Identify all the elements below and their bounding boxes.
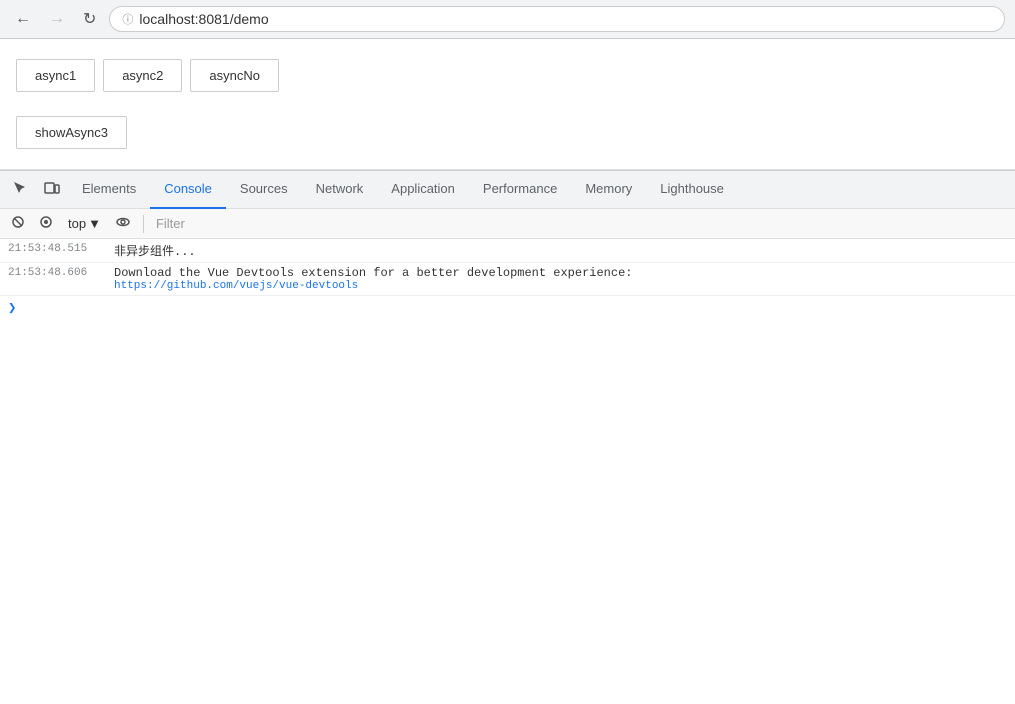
tab-lighthouse[interactable]: Lighthouse [646, 171, 738, 209]
filter-button[interactable] [34, 212, 58, 235]
console-message-2-text: Download the Vue Devtools extension for … [114, 266, 1007, 280]
console-line-2: 21:53:48.606 Download the Vue Devtools e… [0, 263, 1015, 296]
url-text: localhost:8081/demo [139, 11, 268, 27]
timestamp-2: 21:53:48.606 [8, 266, 108, 279]
tab-application[interactable]: Application [377, 171, 469, 209]
console-message-1: 非异步组件... [114, 242, 1007, 259]
async1-button[interactable]: async1 [16, 59, 95, 92]
page-content: async1 async2 asyncNo showAsync3 [0, 39, 1015, 170]
lock-icon: ⓘ [122, 11, 133, 27]
console-message-2: Download the Vue Devtools extension for … [114, 266, 1007, 292]
prompt-arrow-icon: ❯ [8, 300, 16, 317]
reload-button[interactable]: ↻ [78, 7, 101, 31]
devtools-tabs: Elements Console Sources Network Applica… [0, 171, 1015, 209]
context-label: top [68, 216, 86, 231]
asyncno-button[interactable]: asyncNo [190, 59, 279, 92]
tab-elements[interactable]: Elements [68, 171, 150, 209]
inspect-element-button[interactable] [4, 174, 36, 206]
dropdown-arrow-icon: ▼ [88, 216, 101, 231]
context-selector[interactable]: top ▼ [62, 214, 107, 233]
console-prompt: ❯ [0, 296, 1015, 321]
console-line-1: 21:53:48.515 非异步组件... [0, 239, 1015, 263]
forward-button[interactable]: → [44, 8, 70, 30]
console-output: 21:53:48.515 非异步组件... 21:53:48.606 Downl… [0, 239, 1015, 590]
async2-button[interactable]: async2 [103, 59, 182, 92]
button-row-1: async1 async2 asyncNo [16, 59, 999, 92]
devtools-toolbar: top ▼ [0, 209, 1015, 239]
showasync3-button[interactable]: showAsync3 [16, 116, 127, 149]
tab-performance[interactable]: Performance [469, 171, 571, 209]
address-bar[interactable]: ⓘ localhost:8081/demo [109, 6, 1005, 32]
toolbar-divider [143, 215, 144, 233]
eye-button[interactable] [111, 212, 135, 235]
devtools-panel: Elements Console Sources Network Applica… [0, 170, 1015, 590]
back-button[interactable]: ← [10, 8, 36, 30]
device-toggle-button[interactable] [36, 174, 68, 206]
tab-console[interactable]: Console [150, 171, 226, 209]
timestamp-1: 21:53:48.515 [8, 242, 108, 255]
browser-chrome: ← → ↻ ⓘ localhost:8081/demo [0, 0, 1015, 39]
clear-console-button[interactable] [6, 212, 30, 235]
tab-sources[interactable]: Sources [226, 171, 302, 209]
tab-network[interactable]: Network [302, 171, 378, 209]
vue-devtools-link[interactable]: https://github.com/vuejs/vue-devtools [114, 280, 1007, 292]
tab-memory[interactable]: Memory [571, 171, 646, 209]
button-row-2: showAsync3 [16, 108, 999, 149]
filter-input[interactable] [152, 214, 1009, 233]
